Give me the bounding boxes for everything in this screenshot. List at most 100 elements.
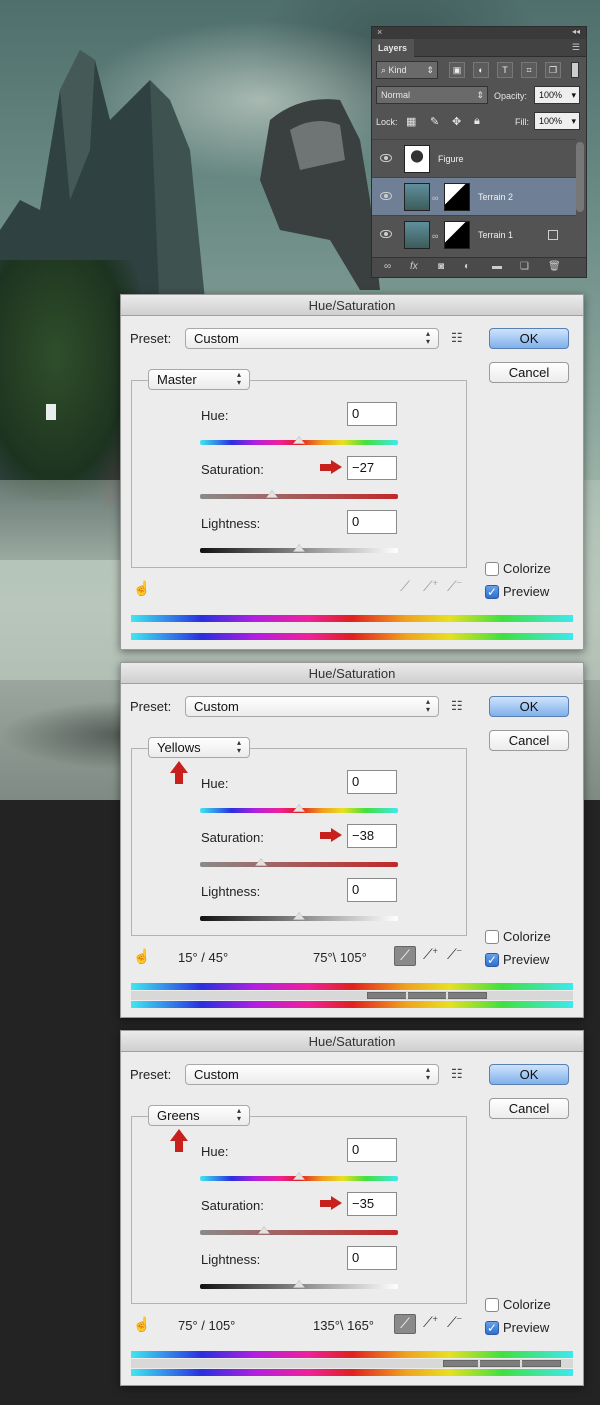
preset-options-icon[interactable]: ☷ <box>451 698 463 714</box>
preview-checkbox[interactable]: ✓ <box>485 953 499 967</box>
color-range-bar[interactable] <box>131 991 573 1000</box>
cancel-button[interactable]: Cancel <box>489 730 569 751</box>
colorize-checkbox[interactable] <box>485 1298 499 1312</box>
saturation-slider-track[interactable] <box>200 494 398 499</box>
preset-select[interactable]: Custom ▴ ▾ <box>185 1064 439 1085</box>
saturation-input[interactable]: −38 <box>347 824 397 848</box>
layer-figure[interactable]: Figure <box>372 139 576 177</box>
preset-select[interactable]: Custom ▴ ▾ <box>185 328 439 349</box>
saturation-slider-thumb[interactable] <box>255 858 268 866</box>
layer-mask-thumbnail[interactable] <box>444 221 470 249</box>
lock-brush-icon[interactable]: ✎ <box>430 115 439 128</box>
hue-input[interactable]: 0 <box>347 770 397 794</box>
range-handle[interactable] <box>446 992 448 999</box>
link-icon[interactable]: ∞ <box>384 261 391 272</box>
saturation-slider-track[interactable] <box>200 862 398 867</box>
targeted-adjustment-hand-icon[interactable]: ☝ <box>133 580 150 597</box>
filter-smart-icon[interactable]: ❐ <box>545 62 561 78</box>
color-range-selector[interactable] <box>367 992 487 999</box>
opacity-field[interactable]: 100% ▾ <box>534 86 580 104</box>
filter-shape-icon[interactable]: ⌗ <box>521 62 537 78</box>
lock-transparent-icon[interactable]: ▦ <box>406 115 416 128</box>
range-handle[interactable] <box>406 992 408 999</box>
annotation-arrow-up <box>170 1129 188 1153</box>
panel-menu-icon[interactable]: ☰ <box>572 42 580 53</box>
hue-input[interactable]: 0 <box>347 1138 397 1162</box>
eyedropper-plus-icon[interactable]: ⟋⁺ <box>423 578 438 595</box>
fx-icon[interactable]: fx <box>410 261 418 272</box>
preset-options-icon[interactable]: ☷ <box>451 1066 463 1082</box>
cancel-button[interactable]: Cancel <box>489 362 569 383</box>
eyedropper-minus-icon[interactable]: ⟋⁻ <box>447 946 462 963</box>
hue-slider-thumb[interactable] <box>293 436 305 444</box>
colorize-checkbox[interactable] <box>485 930 499 944</box>
lightness-input[interactable]: 0 <box>347 1246 397 1270</box>
layer-terrain-1[interactable]: ∞ Terrain 1 <box>372 215 576 253</box>
filter-pixel-icon[interactable]: ▣ <box>449 62 465 78</box>
trash-icon[interactable]: 🗑︎ <box>548 261 561 272</box>
eyedropper-icon[interactable]: ⟋ <box>394 578 416 598</box>
cancel-button[interactable]: Cancel <box>489 1098 569 1119</box>
saturation-slider-thumb[interactable] <box>266 490 279 498</box>
lock-all-icon[interactable]: 🔒︎ <box>474 115 480 128</box>
saturation-input[interactable]: −35 <box>347 1192 397 1216</box>
ok-button[interactable]: OK <box>489 1064 569 1085</box>
layer-mask-thumbnail[interactable] <box>444 183 470 211</box>
panel-collapse-icon[interactable]: ◂◂ <box>572 27 580 36</box>
eyedropper-icon[interactable]: ⟋ <box>394 946 416 966</box>
eyedropper-icon[interactable]: ⟋ <box>394 1314 416 1334</box>
mask-icon[interactable]: ◙ <box>438 261 444 272</box>
eye-icon[interactable] <box>380 192 392 200</box>
filter-adjustment-icon[interactable]: ◐ <box>473 62 489 78</box>
fill-field[interactable]: 100% ▾ <box>534 112 580 130</box>
targeted-adjustment-hand-icon[interactable]: ☝ <box>133 1316 150 1333</box>
range-handle[interactable] <box>478 1360 480 1367</box>
eyedropper-plus-icon[interactable]: ⟋⁺ <box>423 946 438 963</box>
eyedropper-minus-icon[interactable]: ⟋⁻ <box>447 1314 462 1331</box>
folder-icon[interactable]: ▬ <box>492 261 502 272</box>
range-handle[interactable] <box>520 1360 522 1367</box>
chain-link-icon[interactable]: ∞ <box>432 231 438 241</box>
color-range-bar[interactable] <box>131 1359 573 1368</box>
preset-options-icon[interactable]: ☷ <box>451 330 463 346</box>
saturation-slider-thumb[interactable] <box>258 1226 271 1234</box>
eyedropper-minus-icon[interactable]: ⟋⁻ <box>447 578 462 595</box>
lightness-slider-thumb[interactable] <box>293 1280 305 1288</box>
kind-filter-select[interactable]: ⌕ Kind ⇕ <box>376 61 438 79</box>
tab-layers[interactable]: Layers <box>372 39 414 57</box>
lightness-slider-thumb[interactable] <box>293 544 305 552</box>
channel-select[interactable]: Master ▴ ▾ <box>148 369 250 390</box>
saturation-slider-track[interactable] <box>200 1230 398 1235</box>
blend-mode-select[interactable]: Normal ⇕ <box>376 86 488 104</box>
chain-link-icon[interactable]: ∞ <box>432 193 438 203</box>
targeted-adjustment-hand-icon[interactable]: ☝ <box>133 948 150 965</box>
hue-slider-thumb[interactable] <box>293 804 305 812</box>
eye-icon[interactable] <box>380 154 392 162</box>
new-layer-icon[interactable]: ❏ <box>520 261 529 272</box>
eyedropper-plus-icon[interactable]: ⟋⁺ <box>423 1314 438 1331</box>
layer-list-scrollbar[interactable] <box>576 142 584 212</box>
eye-icon[interactable] <box>380 230 392 238</box>
layer-terrain-2[interactable]: ∞ Terrain 2 <box>372 177 576 215</box>
channel-select[interactable]: Greens ▴ ▾ <box>148 1105 250 1126</box>
preset-select[interactable]: Custom ▴ ▾ <box>185 696 439 717</box>
filter-toggle[interactable] <box>571 62 579 78</box>
lightness-input[interactable]: 0 <box>347 510 397 534</box>
channel-select[interactable]: Yellows ▴ ▾ <box>148 737 250 758</box>
saturation-label: Saturation: <box>201 462 264 477</box>
ok-button[interactable]: OK <box>489 328 569 349</box>
colorize-checkbox[interactable] <box>485 562 499 576</box>
ok-button[interactable]: OK <box>489 696 569 717</box>
panel-close-icon[interactable]: × <box>377 27 382 37</box>
lightness-slider-thumb[interactable] <box>293 912 305 920</box>
filter-type-icon[interactable]: T <box>497 62 513 78</box>
lightness-input[interactable]: 0 <box>347 878 397 902</box>
lock-move-icon[interactable]: ✥ <box>452 115 461 128</box>
hue-input[interactable]: 0 <box>347 402 397 426</box>
color-range-selector[interactable] <box>443 1360 561 1367</box>
preview-checkbox[interactable]: ✓ <box>485 1321 499 1335</box>
preview-checkbox[interactable]: ✓ <box>485 585 499 599</box>
hue-slider-thumb[interactable] <box>293 1172 305 1180</box>
adjustment-icon[interactable]: ◐ <box>464 261 470 272</box>
saturation-input[interactable]: −27 <box>347 456 397 480</box>
